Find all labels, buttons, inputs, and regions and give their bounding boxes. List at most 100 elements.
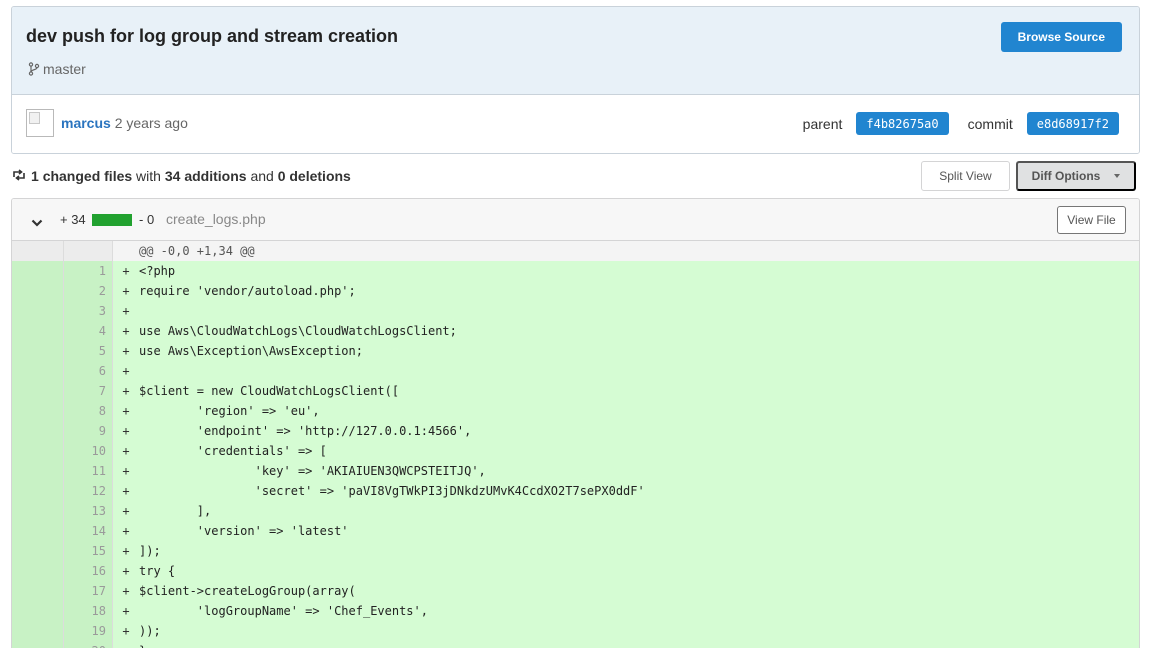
line-number-old[interactable]	[12, 561, 63, 581]
diff-marker: +	[122, 604, 130, 618]
code-line: 3 +	[12, 301, 1139, 321]
code-text: use Aws\CloudWatchLogs\CloudWatchLogsCli…	[139, 324, 457, 338]
line-number-old[interactable]	[12, 401, 63, 421]
code-text: $client->createLogGroup(array(	[139, 584, 356, 598]
diff-options-button[interactable]: Diff Options	[1016, 161, 1136, 191]
browse-source-button[interactable]: Browse Source	[1000, 22, 1122, 52]
line-number-old[interactable]	[12, 621, 63, 641]
code-line: 1 + <?php	[12, 261, 1139, 281]
line-number-old[interactable]	[12, 261, 63, 281]
line-number-new[interactable]: 13	[63, 501, 113, 521]
code-line: 5 + use Aws\Exception\AwsException;	[12, 341, 1139, 361]
diff-marker: +	[122, 544, 130, 558]
line-number-old[interactable]	[12, 541, 63, 561]
code-text: <?php	[139, 264, 176, 278]
hunk-header: @@ -0,0 +1,34 @@	[139, 244, 255, 258]
line-number-new[interactable]: 19	[63, 621, 113, 641]
code-line: 9 + 'endpoint' => 'http://127.0.0.1:4566'…	[12, 421, 1139, 441]
line-number-new[interactable]: 11	[63, 461, 113, 481]
diff-marker: +	[122, 464, 130, 478]
line-number-old[interactable]	[12, 481, 63, 501]
code-text: 'secret' => 'paVI8VgTWkPI3jDNkdzUMvK4Ccd…	[139, 484, 645, 498]
parent-label: parent	[802, 115, 843, 132]
line-number-old[interactable]	[12, 281, 63, 301]
line-number-new[interactable]: 16	[63, 561, 113, 581]
avatar[interactable]	[26, 109, 54, 137]
line-number-old[interactable]	[12, 341, 63, 361]
code-text: ],	[139, 504, 212, 518]
code-line: 12 + 'secret' => 'paVI8VgTWkPI3jDNkdzUMvK…	[12, 481, 1139, 501]
diff-marker: +	[122, 264, 130, 278]
line-number-new[interactable]: 9	[63, 421, 113, 441]
code-text: try {	[139, 564, 176, 578]
line-number-new[interactable]: 10	[63, 441, 113, 461]
code-text: use Aws\Exception\AwsException;	[139, 344, 363, 358]
code-line: 14 + 'version' => 'latest'	[12, 521, 1139, 541]
split-view-button[interactable]: Split View	[921, 161, 1010, 191]
additions-label: additions	[184, 168, 247, 184]
diff-marker: +	[122, 324, 130, 338]
line-number-old[interactable]	[12, 441, 63, 461]
code-text: 'key' => 'AKIAIUEN3QWCPSTEITJQ',	[139, 464, 486, 478]
file-name[interactable]: create_logs.php	[166, 211, 266, 227]
diff-marker: +	[122, 624, 130, 638]
code-line: 10 + 'credentials' => [	[12, 441, 1139, 461]
code-line: 8 + 'region' => 'eu',	[12, 401, 1139, 421]
line-number-new	[63, 241, 113, 261]
deletions-label: deletions	[289, 168, 351, 184]
code-line: 13 + ],	[12, 501, 1139, 521]
line-number-old[interactable]	[12, 421, 63, 441]
code-line: 20+}	[12, 641, 1139, 648]
line-number-old[interactable]	[12, 501, 63, 521]
code-line: 15 +]);	[12, 541, 1139, 561]
and-label: and	[250, 168, 274, 184]
code-text: ));	[139, 624, 161, 638]
view-file-button[interactable]: View File	[1057, 206, 1126, 234]
line-number-old[interactable]	[12, 321, 63, 341]
deletions-count: 0	[277, 168, 286, 184]
diff-marker: +	[122, 444, 130, 458]
diff-marker: +	[122, 504, 130, 518]
line-number-old[interactable]	[12, 301, 63, 321]
line-number-old[interactable]	[12, 361, 63, 381]
additions-count: 34	[164, 168, 181, 184]
line-number-new[interactable]: 1	[63, 261, 113, 281]
line-number-new[interactable]: 12	[63, 481, 113, 501]
author-info: marcus 2 years ago	[61, 115, 188, 131]
diff-stats: 1 changed files with 34 additions and 0 …	[12, 168, 351, 184]
with-label: with	[136, 168, 161, 184]
line-number-old[interactable]	[12, 461, 63, 481]
line-number-old[interactable]	[12, 581, 63, 601]
line-number-new[interactable]: 15	[63, 541, 113, 561]
author-link[interactable]: marcus	[61, 115, 111, 131]
line-number-new[interactable]: 18	[63, 601, 113, 621]
line-number-new[interactable]: 20	[63, 641, 113, 648]
diff-marker: +	[113, 644, 139, 648]
line-number-new[interactable]: 2	[63, 281, 113, 301]
branch-icon	[28, 62, 40, 76]
code-line: 6 +	[12, 361, 1139, 381]
parent-sha-button[interactable]: f4b82675a0	[856, 112, 949, 135]
line-number-new[interactable]: 5	[63, 341, 113, 361]
code-text: 'endpoint' => 'http://127.0.0.1:4566',	[139, 424, 472, 438]
diff-marker: +	[122, 584, 130, 598]
line-number-new[interactable]: 7	[63, 381, 113, 401]
line-number-old[interactable]	[12, 381, 63, 401]
line-number-old[interactable]	[12, 641, 63, 648]
line-number-new[interactable]: 14	[63, 521, 113, 541]
line-number-new[interactable]: 3	[63, 301, 113, 321]
chevron-down-icon[interactable]	[31, 215, 43, 233]
line-number-old[interactable]	[12, 521, 63, 541]
line-number-new[interactable]: 4	[63, 321, 113, 341]
branch-name[interactable]: master	[43, 61, 86, 77]
diff-marker: +	[122, 404, 130, 418]
line-number-new[interactable]: 17	[63, 581, 113, 601]
commit-head: dev push for log group and stream creati…	[12, 7, 1139, 95]
code-text: 'logGroupName' => 'Chef_Events',	[139, 604, 428, 618]
line-number-new[interactable]: 8	[63, 401, 113, 421]
commit-sha-button[interactable]: e8d68917f2	[1026, 112, 1119, 135]
file-header: + 34 - 0 create_logs.php View File	[12, 199, 1139, 241]
code-text: }	[139, 644, 146, 648]
line-number-old[interactable]	[12, 601, 63, 621]
line-number-new[interactable]: 6	[63, 361, 113, 381]
